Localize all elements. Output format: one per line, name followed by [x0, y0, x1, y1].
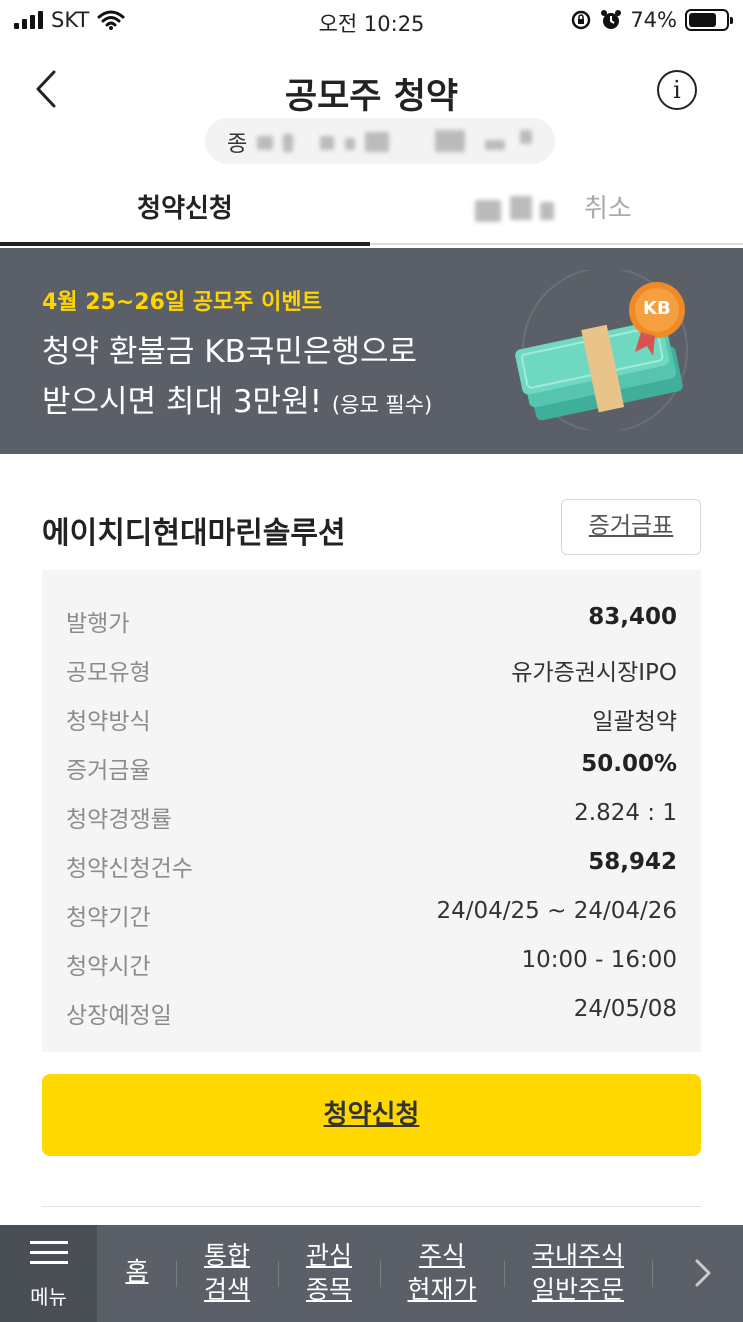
detail-row: 증거금율 50.00%	[66, 745, 677, 785]
banner-headline-2-text: 받으시면 최대 3만원!	[42, 384, 323, 420]
detail-label: 공모유형	[66, 660, 151, 686]
nav-separator	[504, 1261, 505, 1287]
detail-value: 유가증권시장IPO	[511, 660, 677, 686]
nav-separator	[176, 1261, 177, 1287]
nav-separator	[652, 1261, 653, 1287]
detail-row: 공모유형 유가증권시장IPO	[66, 647, 677, 687]
tab-apply[interactable]: 청약신청	[0, 178, 370, 244]
blurred-account	[257, 136, 273, 150]
detail-row: 발행가 83,400	[66, 598, 677, 638]
page-title: 공모주 청약	[284, 77, 459, 117]
blurred-account	[320, 136, 334, 150]
chevron-right-icon[interactable]	[688, 1253, 718, 1293]
stock-name: 에이치디현대마린솔루션	[42, 516, 346, 551]
nav-watchlist[interactable]: 관심 종목	[294, 1239, 364, 1307]
nav-home[interactable]: 홈	[112, 1255, 162, 1289]
detail-label: 청약경쟁률	[66, 807, 172, 833]
nav-watchlist-l1: 관심	[305, 1241, 352, 1270]
account-selector[interactable]: 종	[205, 118, 555, 164]
detail-label: 상장예정일	[66, 1003, 172, 1029]
blurred-account	[520, 130, 532, 144]
menu-label: 메뉴	[30, 1285, 67, 1309]
tab-cancel-label: 취소	[584, 194, 632, 224]
margin-table-button[interactable]: 증거금표	[561, 499, 701, 555]
detail-label: 발행가	[66, 611, 130, 637]
blurred-account	[345, 138, 355, 150]
blurred-account	[485, 140, 505, 150]
banner-headline-2: 받으시면 최대 3만원! (응모 필수)	[42, 376, 432, 421]
tab-cancel[interactable]: 취소	[370, 178, 743, 244]
banner-eyebrow: 4월 25~26일 공모주 이벤트	[42, 290, 322, 315]
detail-row: 청약시간 10:00 - 16:00	[66, 941, 677, 981]
nav-stock-price-l2: 현재가	[407, 1275, 477, 1304]
account-prefix: 종	[227, 132, 248, 157]
detail-label: 청약기간	[66, 905, 151, 931]
status-bar: SKT 오전 10:25 74%	[0, 0, 743, 42]
nav-separator	[380, 1261, 381, 1287]
divider	[42, 1206, 701, 1207]
battery-percent: 74%	[630, 8, 677, 32]
offering-details: 발행가 83,400 공모유형 유가증권시장IPO 청약방식 일괄청약증거금율 50.00%…	[42, 570, 701, 1052]
menu-button[interactable]: 메뉴	[0, 1225, 97, 1322]
nav-stock-price-l1: 주식	[418, 1241, 465, 1270]
detail-row: 청약기간 24/04/25 ~ 24/04/26	[66, 892, 677, 932]
detail-value: 10:00 - 16:00	[521, 947, 678, 973]
kb-badge-text: KB	[643, 298, 671, 319]
detail-row: 청약경쟁률 2.824 : 1	[66, 794, 677, 834]
nav-watchlist-l2: 종목	[305, 1275, 352, 1304]
detail-value: 2.824 : 1	[574, 800, 677, 826]
blurred-tab-text	[510, 196, 532, 220]
money-stack-icon	[515, 270, 688, 430]
detail-value: 50.00%	[581, 751, 677, 777]
info-icon[interactable]: i	[657, 70, 697, 110]
battery-icon	[685, 9, 733, 31]
blurred-tab-text	[475, 200, 501, 222]
tab-divider	[370, 243, 743, 245]
nav-home-label: 홈	[125, 1257, 149, 1286]
tab-bar: 청약신청 취소	[0, 178, 743, 248]
blurred-account	[435, 130, 465, 152]
detail-value: 일괄청약	[592, 709, 677, 735]
nav-separator	[278, 1261, 279, 1287]
blurred-account	[365, 132, 389, 152]
nav-domestic-order[interactable]: 국내주식 일반주문	[522, 1239, 634, 1307]
detail-row: 청약신청건수 58,942	[66, 843, 677, 883]
nav-domestic-order-l1: 국내주식	[531, 1241, 624, 1270]
detail-value: 83,400	[588, 604, 677, 630]
detail-value: 24/05/08	[573, 996, 677, 1022]
banner-note: (응모 필수)	[331, 393, 433, 417]
battery-fill	[689, 13, 716, 27]
nav-search-l1: 통합	[203, 1241, 250, 1270]
hamburger-icon	[30, 1241, 68, 1271]
active-tab-indicator	[0, 242, 370, 246]
detail-label: 증거금율	[66, 758, 151, 784]
nav-search[interactable]: 통합 검색	[192, 1239, 262, 1307]
detail-row: 청약방식 일괄청약	[66, 696, 677, 736]
blurred-account	[283, 134, 293, 152]
detail-value: 24/04/25 ~ 24/04/26	[436, 898, 678, 924]
nav-domestic-order-l2: 일반주문	[531, 1275, 624, 1304]
rotation-lock-icon	[572, 10, 591, 30]
blurred-tab-text	[540, 202, 554, 220]
bottom-nav: 메뉴 홈 통합 검색 관심 종목 주식 현재가 국내주식 일반주문	[0, 1225, 743, 1322]
detail-row: 상장예정일 24/05/08	[66, 990, 677, 1030]
detail-label: 청약신청건수	[66, 856, 193, 882]
apply-button[interactable]: 청약신청	[42, 1074, 701, 1156]
detail-label: 청약시간	[66, 954, 151, 980]
nav-stock-price[interactable]: 주식 현재가	[398, 1239, 486, 1307]
nav-search-l2: 검색	[203, 1275, 250, 1304]
alarm-icon	[601, 10, 622, 29]
event-banner[interactable]: 4월 25~26일 공모주 이벤트 청약 환불금 KB국민은행으로 받으시면 최…	[0, 248, 743, 454]
banner-headline-1: 청약 환불금 KB국민은행으로	[42, 334, 418, 370]
detail-label: 청약방식	[66, 709, 151, 735]
detail-value: 58,942	[588, 849, 677, 875]
